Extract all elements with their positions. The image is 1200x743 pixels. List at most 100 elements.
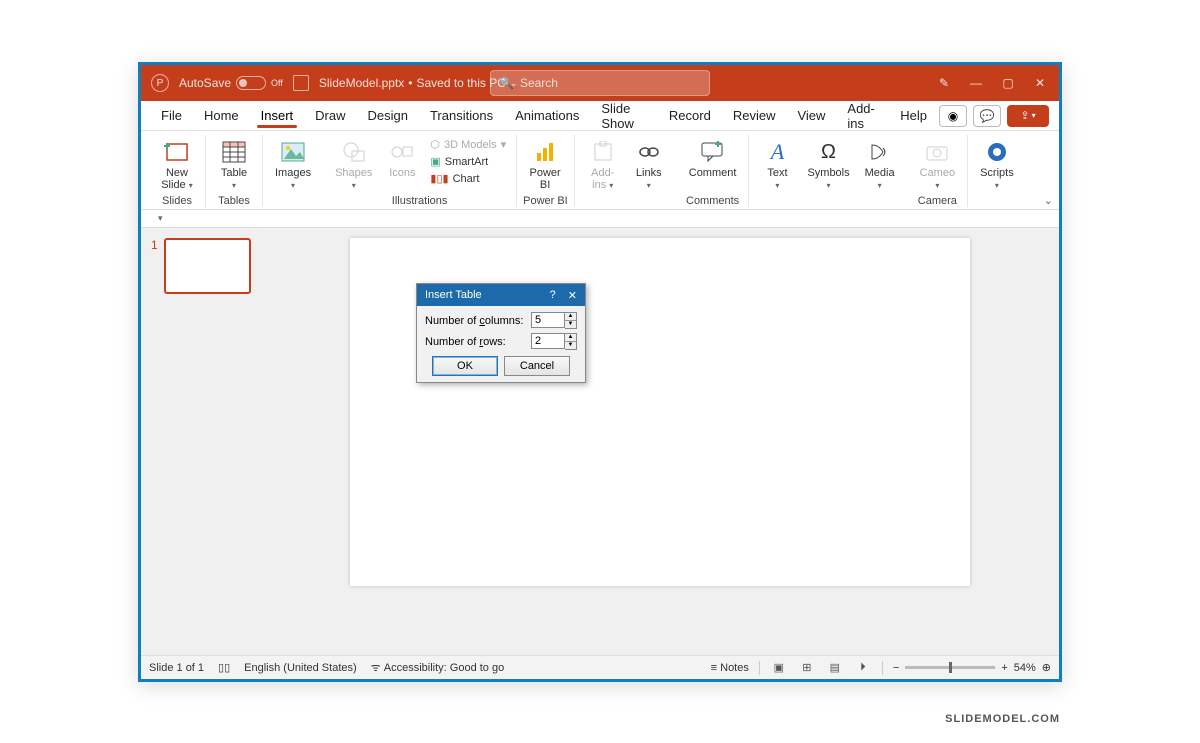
new-slide-icon [163,139,191,165]
notes-button[interactable]: ≡ Notes [711,662,749,674]
addins-icon [589,139,617,165]
group-powerbi-label: Power BI [523,193,568,207]
rows-spinner[interactable]: ▲▼ [565,333,577,350]
zoom-out-button[interactable]: − [893,662,899,674]
chart-button[interactable]: ▮▯▮Chart [426,171,510,186]
icons-icon [388,139,416,165]
canvas-area: Insert Table ? ✕ Number of columns: ▲▼ [261,228,1059,655]
smartart-button[interactable]: ▣SmartArt [426,154,510,169]
watermark: SLIDEMODEL.COM [945,713,1060,725]
tab-record[interactable]: Record [659,104,721,127]
tab-design[interactable]: Design [358,104,418,127]
addins-button[interactable]: Add- ins ▾ [581,135,625,193]
icons-button[interactable]: Icons [380,135,424,181]
powerbi-button[interactable]: Power BI [523,135,567,193]
tab-transitions[interactable]: Transitions [420,104,503,127]
zoom-level[interactable]: 54% [1014,662,1036,674]
group-slides-label: Slides [155,193,199,207]
close-button[interactable]: ✕ [1033,76,1047,90]
links-button[interactable]: Links▾ [627,135,671,193]
ok-button[interactable]: OK [432,356,498,376]
share-button[interactable]: ⇪ ▾ [1007,105,1049,127]
help-button[interactable]: ? [550,289,556,302]
qat-dropdown[interactable]: ▾ [153,212,168,225]
normal-view-button[interactable]: ▣ [770,661,788,675]
scripts-button[interactable]: Scripts▾ [974,135,1020,193]
cameo-button[interactable]: Cameo▾ [914,135,961,193]
tab-help[interactable]: Help [890,104,937,127]
group-camera-label: Camera [914,193,961,207]
shapes-icon [340,139,368,165]
close-icon[interactable]: ✕ [568,289,577,302]
cube-icon: ⬡ [430,138,440,151]
language-status[interactable]: English (United States) [244,662,357,674]
search-input[interactable]: 🔍 Search [490,70,710,96]
book-icon[interactable]: ▯▯ [218,661,230,674]
slideshow-view-button[interactable]: ⏵ [854,661,872,675]
pen-icon[interactable]: ✎ [937,76,951,90]
minimize-button[interactable]: — [969,76,983,90]
dialog-titlebar[interactable]: Insert Table ? ✕ [417,284,585,306]
shapes-button[interactable]: Shapes▾ [329,135,378,193]
powerpoint-icon: P [151,74,169,92]
chart-icon: ▮▯▮ [430,172,448,185]
tab-home[interactable]: Home [194,104,249,127]
slide-counter[interactable]: Slide 1 of 1 [149,662,204,674]
tab-insert[interactable]: Insert [251,104,304,127]
columns-label: Number of columns: [425,315,523,327]
autosave-toggle[interactable]: AutoSave Off [179,76,283,90]
table-icon [220,139,248,165]
rows-label: Number of rows: [425,336,506,348]
new-slide-button[interactable]: New Slide ▾ [155,135,199,193]
rows-input[interactable] [531,333,565,349]
zoom-control[interactable]: − + 54% ⊕ [893,661,1051,674]
tab-slideshow[interactable]: Slide Show [591,97,657,135]
columns-spinner[interactable]: ▲▼ [565,312,577,329]
comment-button[interactable]: Comment [683,135,743,181]
columns-input[interactable] [531,312,565,328]
maximize-button[interactable]: ▢ [1001,76,1015,90]
document-title[interactable]: SlideModel.pptx • Saved to this PC ⌄ [319,76,518,90]
cameo-icon [923,139,951,165]
save-icon[interactable] [293,75,309,91]
record-camera-button[interactable]: ◉ [939,105,967,127]
text-icon: A [763,139,791,165]
media-button[interactable]: Media▾ [858,135,902,193]
tab-view[interactable]: View [787,104,835,127]
tab-file[interactable]: File [151,104,192,127]
menu-tabs: File Home Insert Draw Design Transitions… [141,101,1059,131]
tab-animations[interactable]: Animations [505,104,589,127]
cancel-button[interactable]: Cancel [504,356,570,376]
status-bar: Slide 1 of 1 ▯▯ English (United States) … [141,655,1059,679]
zoom-slider[interactable] [905,666,995,669]
sorter-view-button[interactable]: ⊞ [798,661,816,675]
symbols-button[interactable]: Ω Symbols▾ [801,135,855,193]
qat-row: ▾ [141,210,1059,228]
images-button[interactable]: Images▾ [269,135,317,193]
3d-models-button[interactable]: ⬡3D Models ▾ [426,137,510,152]
dialog-title: Insert Table [425,289,482,301]
group-comments-label: Comments [683,193,743,207]
media-icon [866,139,894,165]
accessibility-status[interactable]: ᯤ Accessibility: Good to go [371,660,505,675]
reading-view-button[interactable]: ▤ [826,661,844,675]
table-button[interactable]: Table▾ [212,135,256,193]
scripts-icon [983,139,1011,165]
slide-thumbnail-1[interactable] [164,238,251,294]
slide-thumbnail-panel[interactable]: 1 [141,228,261,655]
text-button[interactable]: A Text▾ [755,135,799,193]
ribbon-insert: New Slide ▾ Slides Table▾ Tables Images▾ [141,131,1059,210]
ribbon-collapse-button[interactable]: ⌄ [1044,194,1053,207]
tab-addins[interactable]: Add-ins [837,97,888,135]
workspace: 1 Insert Table ? ✕ Number of columns: [141,228,1059,655]
tab-draw[interactable]: Draw [305,104,355,127]
comments-button[interactable]: 💬 [973,105,1001,127]
group-illustrations-label: Illustrations [329,193,510,207]
powerbi-icon [531,139,559,165]
zoom-in-button[interactable]: + [1001,662,1007,674]
tab-review[interactable]: Review [723,104,786,127]
toggle-icon[interactable] [236,76,266,90]
autosave-label: AutoSave [179,76,231,90]
link-icon [635,139,663,165]
fit-to-window-button[interactable]: ⊕ [1042,661,1051,674]
